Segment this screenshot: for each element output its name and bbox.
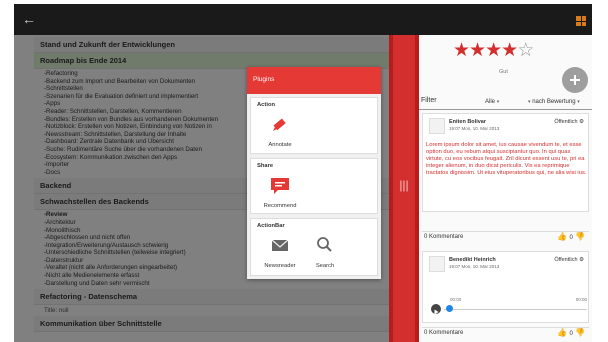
recommend-plugin-button[interactable]: Recommend (257, 175, 303, 209)
sort-value: nach Bewertung (532, 99, 576, 105)
comment-count[interactable]: 0 Kommentare (424, 330, 463, 336)
group-label: Share (257, 163, 274, 169)
filter-row: Filter Alle ▾ ▾ nach Bewertung ▾ (419, 95, 592, 110)
vote-controls: 👍 0 👎 (557, 232, 585, 241)
thumbs-up-icon[interactable]: 👍 (557, 232, 567, 241)
plugin-label: Annotate (268, 142, 292, 148)
filter-input[interactable]: Filter (421, 97, 437, 104)
gear-icon: ⚙ (579, 119, 584, 125)
gear-icon: ⚙ (579, 257, 584, 263)
audio-seek-track[interactable] (444, 309, 587, 310)
comment-card[interactable]: Eniten Bolivar 19:07 Mon, 10. Mar 2013 Ö… (422, 113, 589, 212)
visibility-badge[interactable]: Öffentlich ⚙ (554, 257, 584, 263)
mail-icon (271, 239, 289, 251)
thumbs-down-icon[interactable]: 👎 (575, 328, 585, 337)
comment-count[interactable]: 0 Kommentare (424, 234, 463, 240)
search-plugin-button[interactable]: Search (307, 235, 343, 269)
vote-controls: 👍 0 👎 (557, 328, 585, 337)
visibility-badge[interactable]: Öffentlich ⚙ (554, 119, 584, 125)
pane-divider[interactable]: ||| (389, 35, 419, 342)
chevron-down-icon: ▾ (496, 99, 500, 105)
star-icon[interactable]: ★ (501, 40, 518, 61)
thumbs-down-icon[interactable]: 👎 (575, 232, 585, 241)
drag-handle-icon[interactable]: ||| (397, 175, 411, 195)
comment-footer: 0 Kommentare 👍 0 👎 (422, 327, 589, 340)
newsreader-plugin-button[interactable]: Newsreader (257, 235, 303, 269)
plugin-group-action: Action Annotate (250, 97, 378, 154)
plugin-label: Search (315, 263, 335, 269)
play-icon (434, 309, 439, 315)
star-icon[interactable]: ☆ (517, 40, 534, 61)
recommend-icon (271, 178, 289, 194)
visibility-label: Öffentlich (554, 119, 578, 125)
plugins-dialog: Plugins Action Annotate Share Recommend … (247, 67, 381, 279)
comment-date: 19:07 Mon, 10. Mar 2013 (449, 264, 500, 269)
chevron-down-icon: ▾ (528, 99, 531, 105)
top-action-bar: ← (14, 4, 592, 35)
star-icon[interactable]: ★ (453, 40, 470, 61)
like-count: 0 (569, 235, 573, 241)
star-icon[interactable]: ★ (485, 40, 502, 61)
plugin-group-actionbar: ActionBar Newsreader Search (250, 218, 378, 276)
grid-icon[interactable] (576, 16, 586, 26)
audio-player: 00:00 00:00 (426, 297, 587, 317)
plugin-label: Newsreader (264, 263, 296, 269)
dialog-header: Plugins (247, 67, 381, 94)
plugin-label: Recommend (263, 203, 297, 209)
avatar (429, 256, 445, 272)
sort-dropdown[interactable]: ▾ nach Bewertung ▾ (528, 99, 580, 105)
audio-seek-handle[interactable] (446, 305, 453, 312)
dialog-title: Plugins (253, 76, 275, 83)
chevron-down-icon: ▾ (577, 99, 580, 105)
arrow-left-icon[interactable]: ← (22, 10, 36, 28)
rating-label: Gut (499, 69, 508, 75)
comment-author: Eniten Bolivar (449, 119, 486, 125)
plus-icon (570, 75, 580, 85)
comment-author: Benedikt Heinrich (449, 257, 496, 263)
plugin-group-share: Share Recommend (250, 158, 378, 214)
scope-dropdown[interactable]: Alle ▾ (485, 99, 499, 105)
visibility-label: Öffentlich (554, 257, 578, 263)
comment-text: Lorem ipsum dolor sit amet, ius causae v… (426, 142, 587, 176)
play-button[interactable] (431, 304, 441, 315)
star-rating[interactable]: ★★★★☆ (453, 39, 534, 62)
like-count: 0 (569, 331, 573, 337)
add-comment-button[interactable] (562, 67, 588, 93)
time-start: 00:00 (450, 297, 462, 302)
comment-footer: 0 Kommentare 👍 0 👎 (422, 231, 589, 244)
search-icon (317, 237, 332, 252)
group-label: ActionBar (257, 223, 285, 229)
comment-date: 19:07 Mon, 10. Mar 2013 (449, 126, 500, 131)
group-label: Action (257, 102, 276, 108)
comments-pane: ★★★★☆ Gut Filter Alle ▾ ▾ nach Bewertung… (419, 35, 592, 342)
annotate-icon (273, 118, 286, 131)
scope-value: Alle (485, 99, 496, 105)
star-icon[interactable]: ★ (469, 40, 486, 61)
annotate-plugin-button[interactable]: Annotate (257, 114, 303, 148)
thumbs-up-icon[interactable]: 👍 (557, 328, 567, 337)
time-end: 00:00 (575, 297, 587, 302)
avatar (429, 118, 445, 134)
comment-card[interactable]: Benedikt Heinrich 19:07 Mon, 10. Mar 201… (422, 251, 589, 323)
